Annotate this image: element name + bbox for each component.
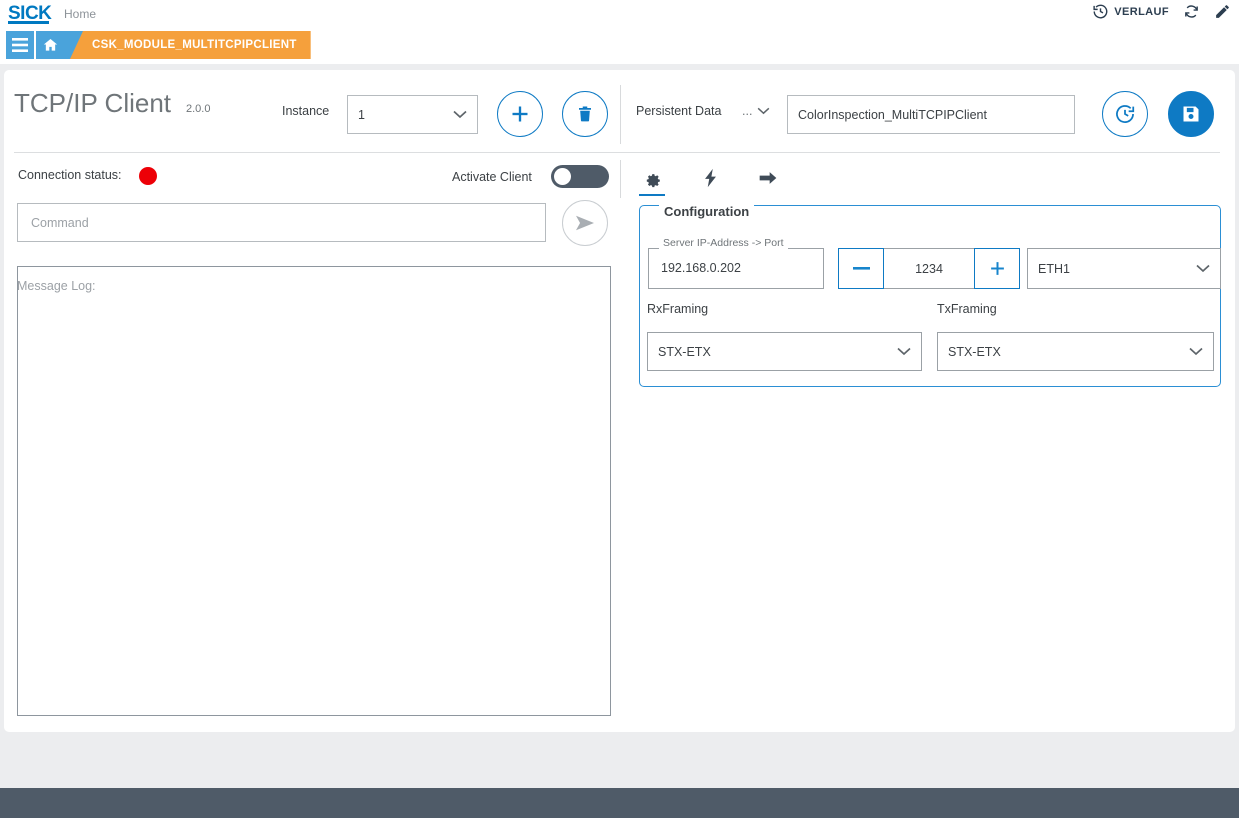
refresh-icon[interactable] — [1183, 3, 1200, 20]
lightning-icon — [704, 168, 716, 188]
port-value[interactable]: 1234 — [884, 248, 974, 289]
interface-select[interactable]: ETH1 — [1027, 248, 1221, 289]
header-divider — [620, 85, 621, 144]
hamburger-menu-button[interactable] — [6, 31, 34, 59]
footer-bar — [0, 788, 1239, 818]
delete-instance-button[interactable] — [562, 91, 608, 137]
breadcrumb-bar: CSK_MODULE_MULTITCPIPCLIENT — [0, 28, 1239, 64]
logo-underline — [8, 21, 49, 24]
chevron-down-icon — [897, 347, 911, 356]
persistent-data-dots: ... — [742, 104, 753, 118]
pencil-icon[interactable] — [1214, 3, 1231, 20]
rx-framing-label: RxFraming — [647, 302, 709, 316]
history-label: VERLAUF — [1114, 5, 1169, 18]
tx-framing-select[interactable]: STX-ETX — [937, 332, 1214, 371]
breadcrumb-label: CSK_MODULE_MULTITCPIPCLIENT — [92, 39, 297, 51]
trash-icon — [579, 106, 591, 122]
config-tabs — [637, 162, 811, 196]
tab-actions[interactable] — [695, 162, 725, 194]
tabs-divider — [620, 160, 621, 198]
home-icon — [43, 39, 57, 51]
history-button[interactable]: VERLAUF — [1092, 3, 1169, 20]
instance-select[interactable]: 1 — [347, 95, 478, 134]
send-command-button[interactable] — [562, 200, 608, 246]
rx-framing-value: STX-ETX — [658, 344, 711, 359]
server-ip-legend: Server IP-Address -> Port — [659, 237, 788, 249]
activate-client-label: Activate Client — [452, 170, 532, 184]
toggle-knob — [554, 168, 571, 185]
version-label: 2.0.0 — [186, 103, 211, 115]
arrow-right-icon — [759, 172, 777, 184]
interface-value: ETH1 — [1038, 261, 1070, 276]
restore-clock-icon — [1116, 105, 1135, 123]
floppy-save-icon — [1183, 106, 1199, 122]
instance-value: 1 — [358, 107, 365, 122]
header-separator — [14, 152, 1220, 153]
instance-label: Instance — [282, 104, 330, 118]
persistent-data-input[interactable] — [787, 95, 1075, 134]
breadcrumb-home-button[interactable] — [36, 31, 64, 59]
history-icon — [1093, 4, 1108, 19]
send-paper-plane-icon — [576, 215, 594, 231]
message-log-area[interactable] — [17, 266, 611, 716]
breadcrumb-current-module[interactable]: CSK_MODULE_MULTITCPIPCLIENT — [70, 31, 311, 59]
home-link[interactable]: Home — [64, 7, 96, 21]
port-decrement-button[interactable] — [838, 248, 884, 289]
persistent-data-label: Persistent Data — [636, 104, 722, 118]
save-button[interactable] — [1168, 91, 1214, 137]
chevron-down-icon — [453, 110, 467, 119]
rx-framing-select[interactable]: STX-ETX — [647, 332, 922, 371]
port-stepper: 1234 — [838, 248, 1020, 289]
connection-status-indicator — [139, 167, 157, 185]
plus-icon — [512, 106, 528, 122]
chevron-down-icon — [1189, 347, 1203, 356]
activate-client-toggle[interactable] — [551, 165, 609, 188]
top-bar: SICK Home VERLAUF — [0, 0, 1239, 28]
tx-framing-value: STX-ETX — [948, 344, 1001, 359]
minus-icon — [852, 267, 870, 270]
tab-output[interactable] — [753, 162, 783, 194]
command-input[interactable] — [17, 203, 546, 242]
message-log-placeholder: Message Log: — [17, 279, 96, 293]
header-actions: VERLAUF — [1092, 3, 1231, 20]
gear-icon — [646, 173, 660, 187]
tab-settings[interactable] — [637, 162, 667, 196]
chevron-down-icon — [1196, 264, 1210, 273]
configuration-legend: Configuration — [659, 204, 755, 219]
chevron-down-icon — [758, 107, 770, 115]
restore-button[interactable] — [1102, 91, 1148, 137]
server-ip-value: 192.168.0.202 — [661, 261, 741, 275]
persistent-data-menu[interactable]: ... — [742, 104, 770, 118]
plus-icon — [990, 262, 1004, 275]
tx-framing-label: TxFraming — [937, 302, 997, 316]
connection-status-label: Connection status: — [18, 168, 122, 182]
page-title: TCP/IP Client — [14, 88, 172, 118]
hamburger-menu-icon — [12, 38, 28, 52]
add-instance-button[interactable] — [497, 91, 543, 137]
port-increment-button[interactable] — [974, 248, 1020, 289]
